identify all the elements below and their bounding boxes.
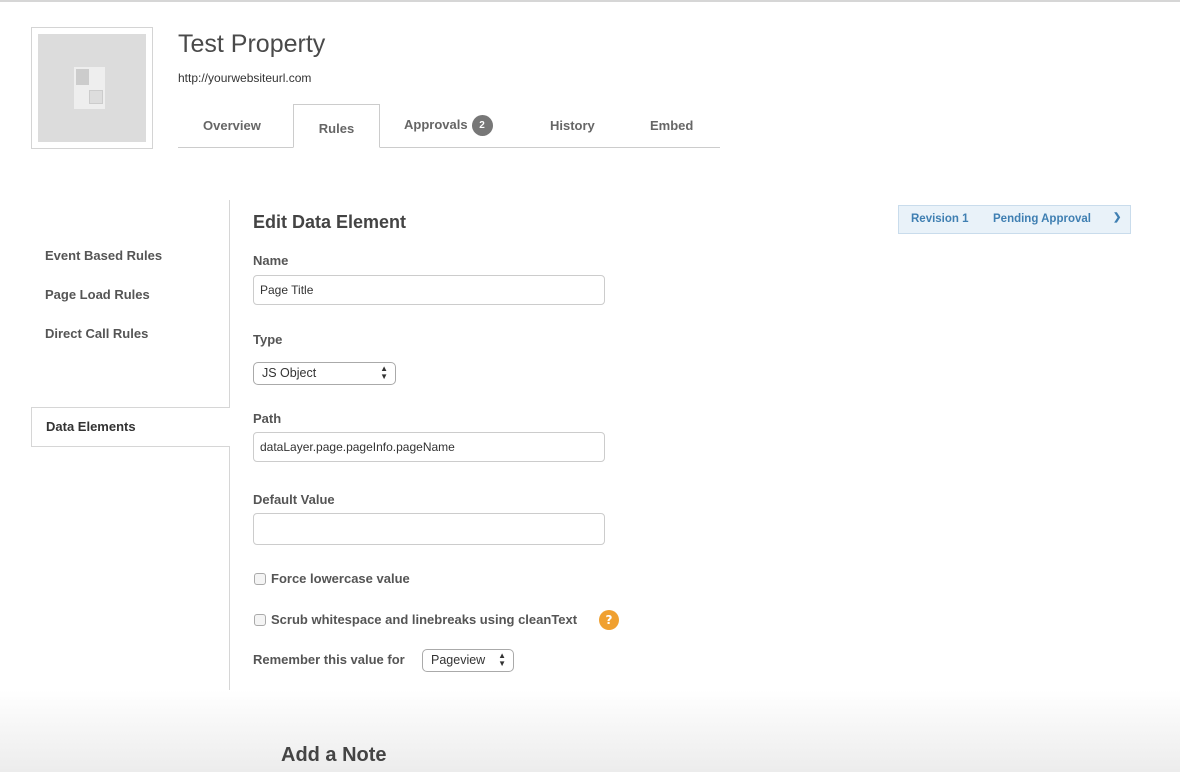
revision-status: Pending Approval <box>993 213 1091 225</box>
approvals-count-badge: 2 <box>471 115 493 136</box>
chevron-down-icon: ❯ <box>1113 212 1122 223</box>
default-value-input[interactable] <box>253 513 605 545</box>
property-thumbnail <box>31 27 153 149</box>
sidebar-item-data-elements[interactable]: Data Elements <box>31 407 230 447</box>
type-label: Type <box>253 332 283 347</box>
remember-select-value: Pageview <box>431 653 486 667</box>
default-value-label: Default Value <box>253 492 335 507</box>
scrub-whitespace-checkbox[interactable] <box>254 614 266 626</box>
sidebar-item-event-based-rules[interactable]: Event Based Rules <box>45 248 162 263</box>
tab-history[interactable]: History <box>550 118 595 133</box>
tab-approvals[interactable]: Approvals 2 <box>404 115 493 136</box>
tab-overview[interactable]: Overview <box>203 118 261 133</box>
tab-rules[interactable]: Rules <box>293 104 380 148</box>
page-placeholder-icon <box>38 34 146 142</box>
sidebar-divider <box>229 200 230 772</box>
path-input[interactable] <box>253 432 605 462</box>
updown-arrows-icon: ▲ ▼ <box>498 651 506 668</box>
remember-value-label: Remember this value for <box>253 652 405 667</box>
force-lowercase-label: Force lowercase value <box>271 571 410 586</box>
force-lowercase-checkbox[interactable] <box>254 573 266 585</box>
remember-value-select[interactable]: Pageview ▲ ▼ <box>422 649 514 672</box>
sidebar-item-page-load-rules[interactable]: Page Load Rules <box>45 287 150 302</box>
revision-dropdown[interactable]: Revision 1 Pending Approval ❯ <box>898 205 1131 234</box>
scrub-whitespace-label: Scrub whitespace and linebreaks using cl… <box>271 612 578 627</box>
revision-label: Revision 1 <box>911 213 969 225</box>
type-select[interactable]: JS Object ▲ ▼ <box>253 362 396 385</box>
top-divider <box>0 0 1180 2</box>
add-note-heading: Add a Note <box>281 744 387 766</box>
note-section-background <box>0 690 1180 772</box>
name-input[interactable] <box>253 275 605 305</box>
property-url: http://yourwebsiteurl.com <box>178 71 312 85</box>
tab-label: Approvals <box>404 116 468 132</box>
page-title: Edit Data Element <box>253 212 407 232</box>
updown-arrows-icon: ▲ ▼ <box>380 364 388 381</box>
tab-label: Rules <box>318 121 355 136</box>
type-select-value: JS Object <box>262 366 317 380</box>
tab-embed[interactable]: Embed <box>650 118 693 133</box>
name-label: Name <box>253 253 289 268</box>
path-label: Path <box>253 411 282 426</box>
property-title: Test Property <box>178 30 326 58</box>
help-icon[interactable]: ? <box>599 610 619 630</box>
sidebar-item-direct-call-rules[interactable]: Direct Call Rules <box>45 326 148 341</box>
tab-bar-divider <box>178 147 720 148</box>
